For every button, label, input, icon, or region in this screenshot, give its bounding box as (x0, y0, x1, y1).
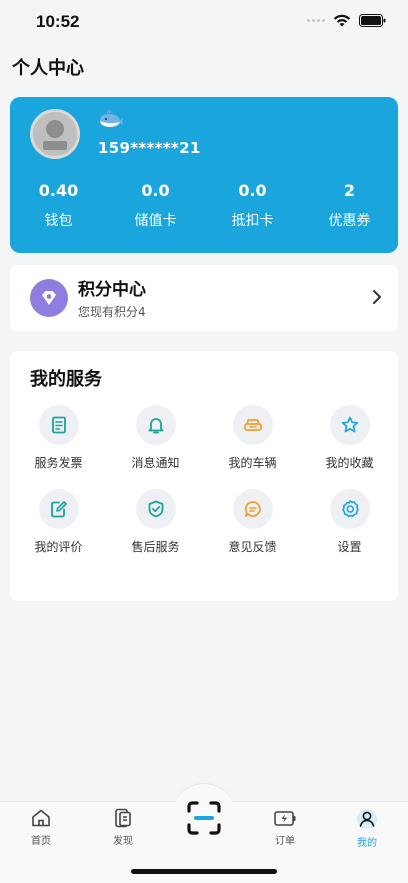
gear-icon (329, 489, 370, 529)
tab-label: 首页 (31, 836, 51, 847)
phone-number: 159******21 (98, 139, 201, 157)
whale-icon (98, 109, 124, 133)
tab-home[interactable]: 首页 (11, 808, 71, 847)
points-center-card[interactable]: 积分中心 您现有积分4 (10, 265, 398, 331)
tab-discover[interactable]: 发现 (93, 808, 153, 847)
stat-deduction-card[interactable]: 0.0 抵扣卡 (204, 181, 301, 230)
page-title: 个人中心 (12, 58, 84, 79)
stat-label: 优惠券 (328, 213, 371, 229)
service-label: 设置 (337, 540, 362, 554)
stat-value: 0.0 (141, 181, 170, 200)
order-icon (274, 811, 296, 826)
stat-value: 0.40 (38, 181, 79, 200)
my-services-card: 我的服务 服务发票 消息通知 我的车辆 我的收藏 我的评价 售后服务 意见反馈 … (10, 351, 398, 601)
home-icon (32, 809, 50, 827)
stat-value: 2 (343, 181, 356, 200)
service-label: 服务发票 (34, 456, 83, 470)
stat-label: 储值卡 (134, 213, 177, 229)
service-label: 消息通知 (131, 456, 180, 470)
chat-bubble-icon (232, 489, 273, 529)
avatar[interactable] (30, 109, 80, 159)
service-grid: 服务发票 消息通知 我的车辆 我的收藏 我的评价 售后服务 意见反馈 设置 (10, 405, 398, 555)
service-label: 我的评价 (34, 540, 83, 554)
points-balance: 您现有积分4 (78, 305, 146, 319)
service-my-reviews[interactable]: 我的评价 (10, 489, 107, 555)
chevron-right-icon (372, 289, 382, 309)
stat-coupons[interactable]: 2 优惠券 (301, 181, 398, 230)
tab-label: 我的 (357, 838, 377, 849)
points-title: 积分中心 (78, 280, 146, 300)
service-label: 我的收藏 (325, 456, 374, 470)
service-invoice[interactable]: 服务发票 (10, 405, 107, 471)
profile-card: 159******21 0.40 钱包 0.0 储值卡 0.0 抵扣卡 2 优惠… (10, 97, 398, 253)
status-icons (307, 14, 386, 27)
services-title: 我的服务 (30, 369, 102, 390)
invoice-icon (38, 405, 79, 445)
scan-icon (187, 801, 221, 835)
tab-mine[interactable]: 我的 (337, 808, 397, 849)
discover-icon (115, 808, 131, 828)
tab-label: 订单 (275, 836, 295, 847)
bell-icon (135, 405, 176, 445)
status-bar: 10:52 (0, 0, 408, 44)
signal-icon (307, 19, 325, 22)
shield-check-icon (135, 489, 176, 529)
star-icon (329, 405, 370, 445)
service-after-sales[interactable]: 售后服务 (107, 489, 204, 555)
service-label: 我的车辆 (228, 456, 277, 470)
car-icon (232, 405, 273, 445)
points-diamond-icon (30, 279, 68, 317)
service-settings[interactable]: 设置 (301, 489, 398, 555)
stat-wallet[interactable]: 0.40 钱包 (10, 181, 107, 230)
stat-stored-value-card[interactable]: 0.0 储值卡 (107, 181, 204, 230)
tab-label: 发现 (113, 836, 133, 847)
service-favorites[interactable]: 我的收藏 (301, 405, 398, 471)
service-notifications[interactable]: 消息通知 (107, 405, 204, 471)
default-avatar-icon (43, 120, 67, 150)
stat-label: 钱包 (44, 213, 73, 229)
stat-value: 0.0 (238, 181, 267, 200)
tab-orders[interactable]: 订单 (255, 808, 315, 847)
status-time: 10:52 (36, 12, 80, 31)
edit-icon (38, 489, 79, 529)
user-icon (357, 809, 377, 829)
service-feedback[interactable]: 意见反馈 (204, 489, 301, 555)
account-stats: 0.40 钱包 0.0 储值卡 0.0 抵扣卡 2 优惠券 (10, 181, 398, 230)
battery-icon (359, 14, 386, 27)
scan-button[interactable] (184, 798, 224, 838)
stat-label: 抵扣卡 (231, 213, 274, 229)
home-indicator (131, 869, 277, 874)
wifi-icon (333, 14, 351, 27)
service-label: 意见反馈 (228, 540, 277, 554)
service-my-vehicles[interactable]: 我的车辆 (204, 405, 301, 471)
service-label: 售后服务 (131, 540, 180, 554)
